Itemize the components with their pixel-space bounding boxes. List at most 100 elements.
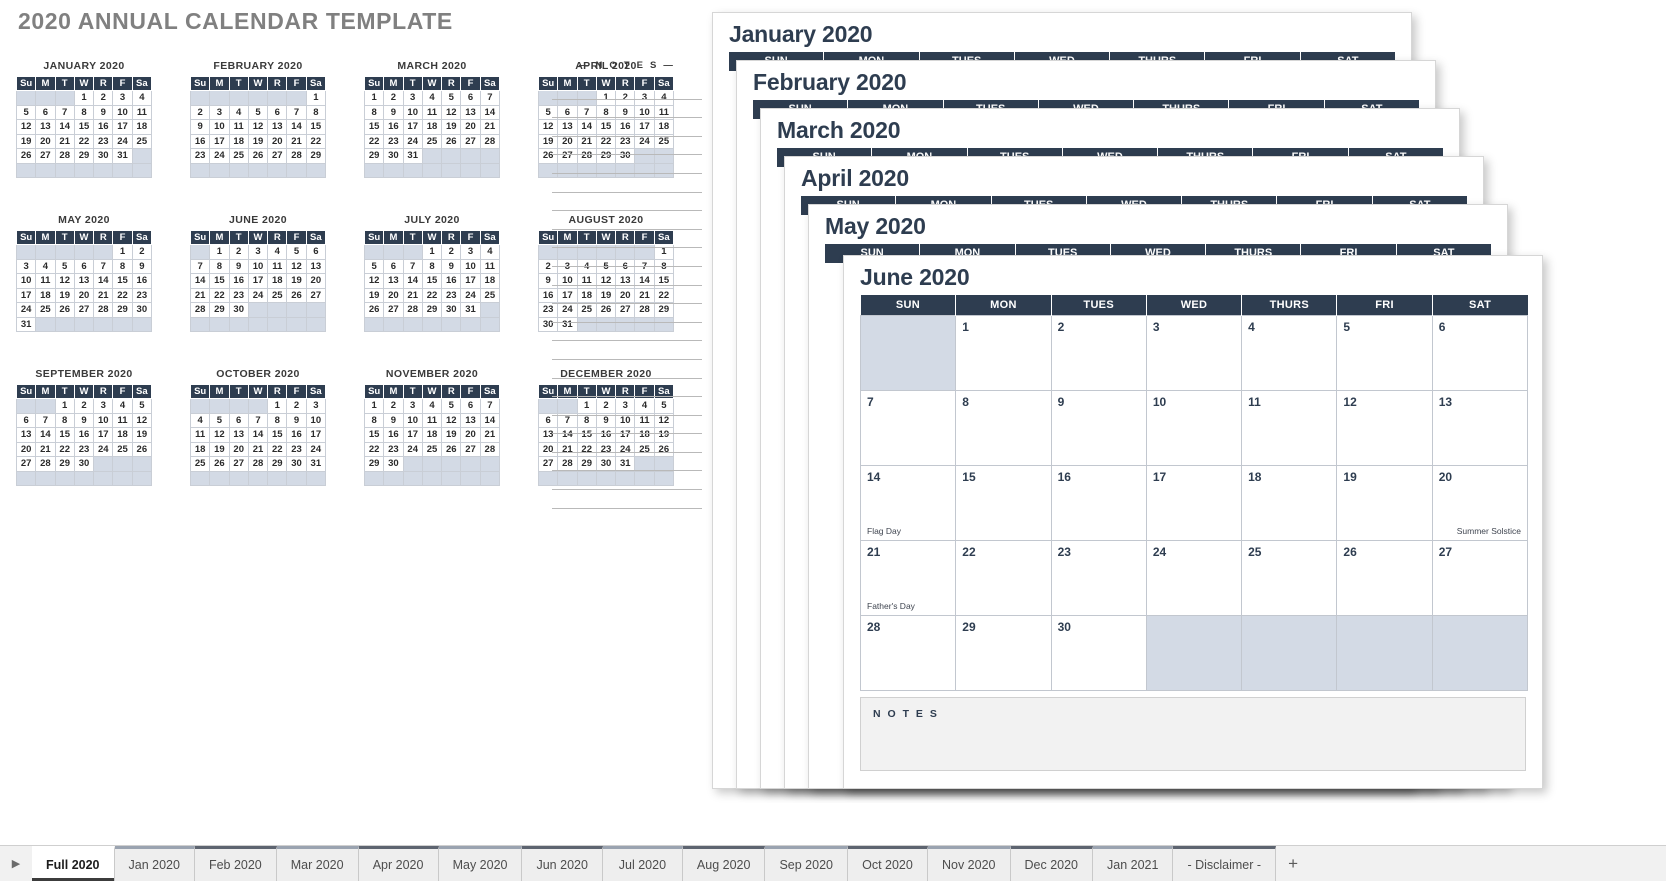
mini-day-cell[interactable]: 17 xyxy=(460,273,481,289)
sheet-tab-jan-2021[interactable]: Jan 2021 xyxy=(1093,846,1174,881)
mini-day-cell[interactable]: 26 xyxy=(286,287,307,303)
mini-day-cell[interactable]: 5 xyxy=(247,104,269,120)
mini-day-cell[interactable]: 10 xyxy=(209,119,230,135)
mini-day-cell[interactable]: 4 xyxy=(479,244,501,260)
mini-day-cell[interactable]: 30 xyxy=(93,148,114,164)
mini-day-cell[interactable]: 25 xyxy=(421,441,443,457)
month-day-cell[interactable]: 2 xyxy=(1050,314,1147,391)
mini-day-cell[interactable]: 5 xyxy=(441,90,462,106)
mini-day-cell[interactable]: 17 xyxy=(209,133,230,149)
month-day-cell[interactable]: 16 xyxy=(1050,464,1147,541)
mini-day-cell[interactable]: 11 xyxy=(228,119,249,135)
mini-day-cell[interactable]: 26 xyxy=(54,302,75,318)
mini-day-cell[interactable]: 16 xyxy=(383,427,404,443)
mini-day-cell[interactable]: 29 xyxy=(267,456,288,472)
notes-line[interactable] xyxy=(552,341,702,360)
mini-day-cell[interactable]: 29 xyxy=(421,302,443,318)
notes-lines[interactable] xyxy=(552,81,702,509)
month-day-cell[interactable]: 10 xyxy=(1145,389,1243,466)
mini-day-cell[interactable]: 6 xyxy=(15,412,37,428)
mini-day-cell[interactable]: 14 xyxy=(93,273,114,289)
mini-day-cell[interactable]: 7 xyxy=(402,258,423,274)
mini-day-cell[interactable]: 13 xyxy=(460,104,481,120)
mini-day-cell[interactable]: 12 xyxy=(209,427,230,443)
mini-day-cell[interactable]: 17 xyxy=(93,427,114,443)
mini-day-cell[interactable]: 15 xyxy=(73,119,95,135)
month-day-cell[interactable]: 29 xyxy=(955,614,1052,691)
mini-day-cell[interactable]: 12 xyxy=(441,412,462,428)
mini-day-cell[interactable]: 11 xyxy=(112,412,133,428)
mini-day-cell[interactable]: 20 xyxy=(460,119,481,135)
sheet-tab-oct-2020[interactable]: Oct 2020 xyxy=(847,846,928,881)
mini-day-cell[interactable]: 25 xyxy=(112,441,133,457)
mini-day-cell[interactable]: 8 xyxy=(305,104,327,120)
mini-day-cell[interactable]: 4 xyxy=(228,104,249,120)
mini-day-cell[interactable]: 8 xyxy=(267,412,288,428)
mini-day-cell[interactable]: 22 xyxy=(363,133,385,149)
mini-day-cell[interactable]: 8 xyxy=(209,258,230,274)
mini-day-cell[interactable]: 15 xyxy=(267,427,288,443)
mini-day-cell[interactable]: 3 xyxy=(305,398,327,414)
mini-day-cell[interactable]: 28 xyxy=(35,456,56,472)
mini-day-cell[interactable]: 11 xyxy=(35,273,56,289)
mini-day-cell[interactable]: 29 xyxy=(73,148,95,164)
month-day-cell[interactable]: 28 xyxy=(859,614,957,691)
mini-day-cell[interactable]: 22 xyxy=(112,287,133,303)
mini-day-cell[interactable]: 21 xyxy=(479,427,501,443)
month-day-cell[interactable]: 1 xyxy=(955,314,1052,391)
mini-day-cell[interactable]: 21 xyxy=(189,287,211,303)
mini-day-cell[interactable]: 11 xyxy=(267,258,288,274)
mini-day-cell[interactable]: 15 xyxy=(363,427,385,443)
mini-day-cell[interactable]: 16 xyxy=(73,427,95,443)
mini-day-cell[interactable]: 22 xyxy=(363,441,385,457)
mini-day-cell[interactable]: 12 xyxy=(15,119,37,135)
mini-day-cell[interactable]: 12 xyxy=(131,412,153,428)
mini-day-cell[interactable]: 11 xyxy=(479,258,501,274)
mini-day-cell[interactable]: 15 xyxy=(421,273,443,289)
month-day-cell[interactable]: 9 xyxy=(1050,389,1147,466)
mini-day-cell[interactable]: 22 xyxy=(421,287,443,303)
mini-day-cell[interactable]: 17 xyxy=(15,287,37,303)
mini-day-cell[interactable]: 25 xyxy=(35,302,56,318)
mini-day-cell[interactable]: 2 xyxy=(189,104,211,120)
mini-day-cell[interactable]: 1 xyxy=(112,244,133,260)
mini-day-cell[interactable]: 28 xyxy=(247,456,269,472)
month-day-cell[interactable]: 17 xyxy=(1145,464,1243,541)
mini-day-cell[interactable]: 6 xyxy=(460,398,481,414)
notes-line[interactable] xyxy=(552,211,702,230)
mini-day-cell[interactable]: 11 xyxy=(131,104,153,120)
mini-day-cell[interactable]: 11 xyxy=(421,104,443,120)
mini-day-cell[interactable]: 8 xyxy=(363,412,385,428)
month-day-cell[interactable]: 18 xyxy=(1241,464,1338,541)
mini-day-cell[interactable]: 18 xyxy=(479,273,501,289)
mini-day-cell[interactable]: 28 xyxy=(402,302,423,318)
mini-day-cell[interactable]: 8 xyxy=(73,104,95,120)
mini-day-cell[interactable]: 18 xyxy=(421,119,443,135)
mini-day-cell[interactable]: 10 xyxy=(93,412,114,428)
mini-day-cell[interactable]: 24 xyxy=(93,441,114,457)
month-day-cell[interactable]: 14 Flag Day xyxy=(859,464,957,541)
mini-day-cell[interactable]: 2 xyxy=(73,398,95,414)
month-day-cell[interactable]: 6 xyxy=(1431,314,1529,391)
mini-day-cell[interactable]: 25 xyxy=(267,287,288,303)
mini-day-cell[interactable]: 6 xyxy=(35,104,56,120)
mini-day-cell[interactable]: 9 xyxy=(383,412,404,428)
month-day-cell[interactable]: 21 Father's Day xyxy=(859,539,957,616)
mini-day-cell[interactable]: 3 xyxy=(209,104,230,120)
mini-day-cell[interactable]: 21 xyxy=(93,287,114,303)
mini-day-cell[interactable]: 20 xyxy=(35,133,56,149)
notes-line[interactable] xyxy=(552,230,702,249)
mini-day-cell[interactable]: 20 xyxy=(73,287,95,303)
mini-day-cell[interactable]: 20 xyxy=(305,273,327,289)
mini-day-cell[interactable]: 15 xyxy=(54,427,75,443)
sheet-tab-jul-2020[interactable]: Jul 2020 xyxy=(602,846,683,881)
mini-day-cell[interactable]: 19 xyxy=(441,119,462,135)
mini-day-cell[interactable]: 7 xyxy=(286,104,307,120)
mini-day-cell[interactable]: 21 xyxy=(402,287,423,303)
mini-day-cell[interactable]: 26 xyxy=(441,133,462,149)
mini-day-cell[interactable]: 20 xyxy=(383,287,404,303)
mini-day-cell[interactable]: 28 xyxy=(479,441,501,457)
mini-day-cell[interactable]: 23 xyxy=(189,148,211,164)
mini-day-cell[interactable]: 8 xyxy=(421,258,443,274)
sheet-tab-mar-2020[interactable]: Mar 2020 xyxy=(276,846,359,881)
